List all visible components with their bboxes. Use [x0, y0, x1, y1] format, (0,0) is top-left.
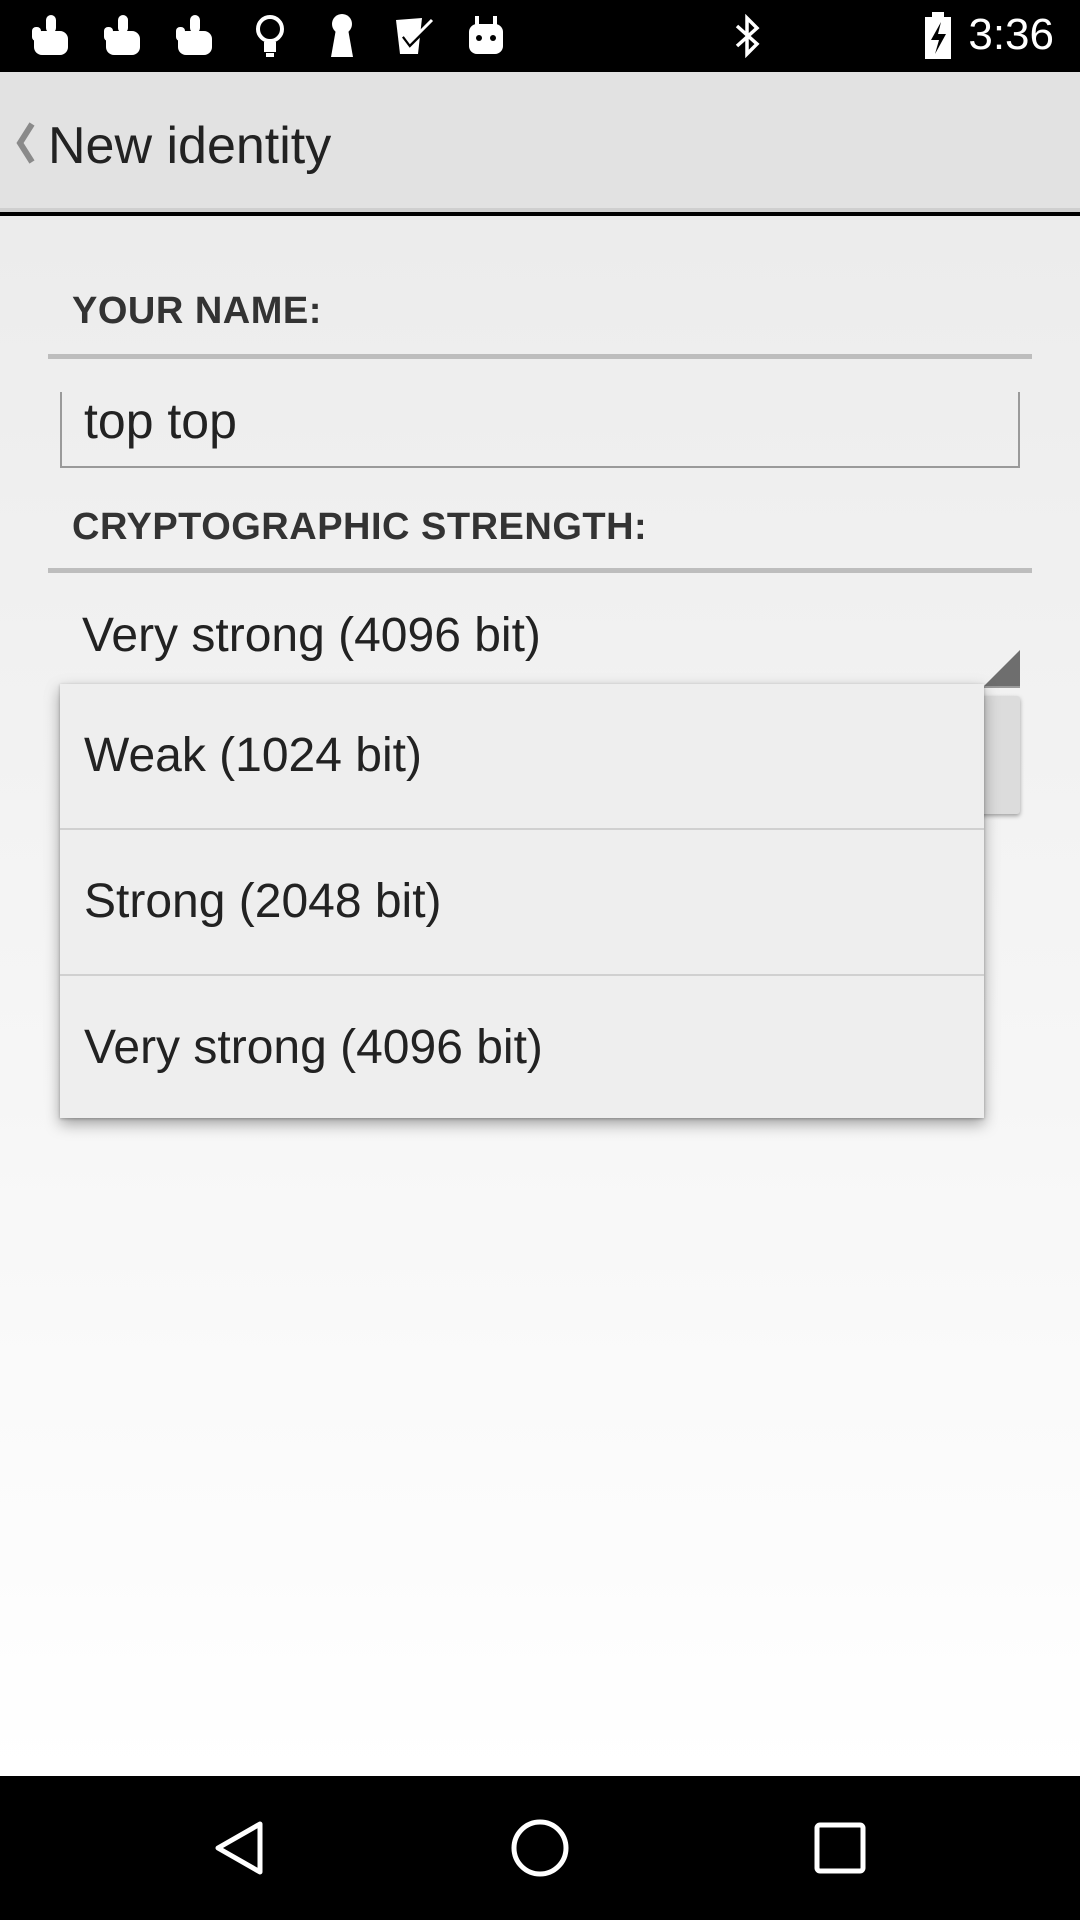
name-section-divider	[48, 354, 1032, 359]
strength-spinner[interactable]: Very strong (4096 bit)	[60, 592, 1020, 688]
dropdown-option-label: Very strong (4096 bit)	[84, 1021, 543, 1074]
name-input[interactable]: top top	[60, 392, 1020, 468]
android-icon	[462, 12, 510, 60]
dropdown-option-label: Weak (1024 bit)	[84, 729, 422, 782]
strength-spinner-value: Very strong (4096 bit)	[82, 609, 541, 662]
back-icon[interactable]	[180, 1800, 300, 1896]
dropdown-option-weak[interactable]: Weak (1024 bit)	[60, 684, 984, 829]
dropdown-option-label: Strong (2048 bit)	[84, 875, 442, 928]
strength-section-divider	[48, 568, 1032, 573]
home-icon[interactable]	[480, 1800, 600, 1896]
check-box-icon	[390, 12, 438, 60]
hand-touch-icon	[28, 12, 76, 60]
battery-icon	[914, 12, 962, 60]
dropdown-option-very-strong[interactable]: Very strong (4096 bit)	[60, 976, 984, 1121]
strength-dropdown-list: Weak (1024 bit) Strong (2048 bit) Very s…	[60, 684, 984, 1118]
keyhole-icon	[318, 12, 366, 60]
name-section-header: YOUR NAME:	[72, 290, 322, 332]
dropdown-option-strong[interactable]: Strong (2048 bit)	[60, 830, 984, 975]
status-bar: 3:36	[0, 0, 1080, 72]
back-chevron-icon[interactable]	[10, 116, 40, 170]
action-bar: New identity	[0, 72, 1080, 212]
lightbulb-icon	[246, 12, 294, 60]
status-time: 3:36	[968, 10, 1054, 59]
name-input-value: top top	[84, 393, 237, 449]
content-area: YOUR NAME: top top CRYPTOGRAPHIC STRENGT…	[0, 216, 1080, 1776]
dropdown-triangle-icon	[984, 650, 1020, 686]
hand-touch-icon	[100, 12, 148, 60]
navigation-bar	[0, 1776, 1080, 1920]
recents-icon[interactable]	[780, 1800, 900, 1896]
bluetooth-icon	[724, 12, 772, 60]
strength-section-header: CRYPTOGRAPHIC STRENGTH:	[72, 506, 648, 548]
page-title[interactable]: New identity	[48, 116, 331, 176]
hand-touch-icon	[172, 12, 220, 60]
